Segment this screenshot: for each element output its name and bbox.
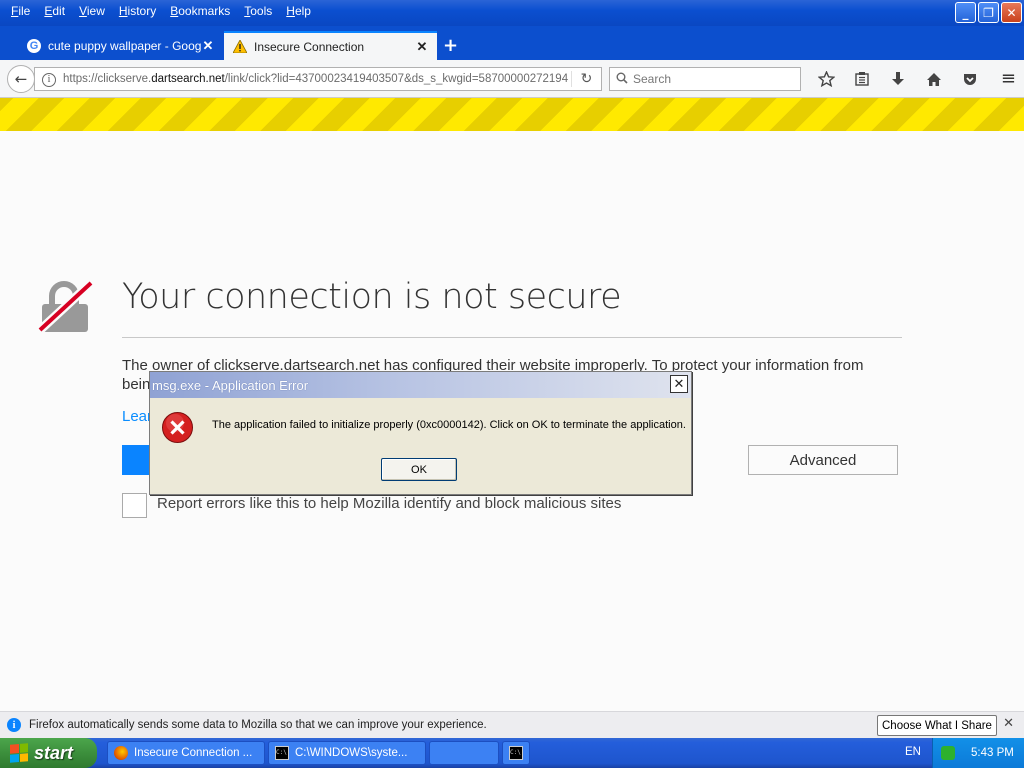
menu-history[interactable]: History xyxy=(112,3,163,19)
report-errors-checkbox[interactable] xyxy=(122,493,147,518)
choose-what-i-share-button[interactable]: Choose What I Share xyxy=(877,715,997,736)
window-titlebar: File Edit View History Bookmarks Tools H… xyxy=(0,0,1024,26)
hamburger-menu-icon[interactable]: ≡ xyxy=(1001,68,1016,89)
menu-tools-label: ools xyxy=(250,4,273,18)
system-tray: 5:43 PM xyxy=(932,738,1024,768)
back-button[interactable]: ← xyxy=(7,65,35,93)
menu-bookmarks-label: ookmarks xyxy=(178,4,231,18)
menu-view-label: iew xyxy=(86,4,105,18)
taskbar-item-blank[interactable] xyxy=(429,741,499,765)
windows-logo-icon xyxy=(10,743,28,763)
start-label: start xyxy=(34,742,74,763)
menu-tools[interactable]: Tools xyxy=(237,3,279,19)
page-title: Your connection is not secure xyxy=(122,277,622,317)
notification-text: Firefox automatically sends some data to… xyxy=(29,719,487,731)
search-icon xyxy=(616,72,628,87)
star-icon[interactable] xyxy=(808,68,844,90)
window-controls: _ ❐ ✕ xyxy=(955,2,1022,23)
taskbar-item-cmd[interactable]: C:\ C:\WINDOWS\syste... xyxy=(268,741,426,765)
language-indicator[interactable]: EN xyxy=(905,746,921,758)
menu-help-accel: H xyxy=(286,4,295,18)
search-input[interactable] xyxy=(633,72,793,86)
info-icon: i xyxy=(7,718,21,732)
report-errors-label: Report errors like this to help Mozilla … xyxy=(157,495,622,512)
url-scheme: https://clickserve. xyxy=(63,73,152,85)
dialog-close-button[interactable]: ✕ xyxy=(670,375,688,393)
menu-view-accel: V xyxy=(79,4,87,18)
menu-help[interactable]: Help xyxy=(279,3,318,19)
tab-title: Insecure Connection xyxy=(254,39,365,54)
google-icon: G xyxy=(26,38,42,54)
minimize-button[interactable]: _ xyxy=(955,2,976,23)
menu-file-label: ile xyxy=(18,4,31,18)
warning-stripe xyxy=(0,98,1024,131)
url-bar[interactable]: i https://clickserve.dartsearch.net/link… xyxy=(34,67,602,91)
tab-insecure-connection[interactable]: Insecure Connection ✕ xyxy=(224,31,437,60)
search-bar[interactable] xyxy=(609,67,801,91)
url-path: /link/click?lid=43700023419403507&ds_s_k… xyxy=(224,73,569,85)
cmd-icon: C:\ xyxy=(509,746,523,760)
menu-bookmarks[interactable]: Bookmarks xyxy=(163,3,237,19)
taskbar-item-label: Insecure Connection ... xyxy=(134,747,253,759)
home-icon[interactable] xyxy=(916,68,952,90)
dialog-title: msg.exe - Application Error xyxy=(152,377,309,393)
menu-edit[interactable]: Edit xyxy=(37,3,72,19)
taskbar-item-cmd-2[interactable]: C:\ xyxy=(502,741,530,765)
dialog-titlebar[interactable]: msg.exe - Application Error xyxy=(150,372,691,398)
toolbar-icons xyxy=(808,68,988,90)
restore-button[interactable]: ❐ xyxy=(978,2,999,23)
notification-close-icon[interactable]: ✕ xyxy=(1003,716,1014,731)
firefox-icon xyxy=(114,746,128,760)
navigation-bar: ← i https://clickserve.dartsearch.net/li… xyxy=(0,60,1024,98)
menu-history-accel: H xyxy=(118,4,128,18)
title-divider xyxy=(122,337,902,338)
network-icon[interactable] xyxy=(941,746,955,760)
download-icon[interactable] xyxy=(880,68,916,90)
url-host: dartsearch.net xyxy=(151,73,225,85)
site-info-icon[interactable]: i xyxy=(35,71,63,87)
broken-lock-icon xyxy=(34,278,96,338)
new-tab-button[interactable]: + xyxy=(443,35,458,56)
ok-button[interactable]: OK xyxy=(381,458,457,481)
clock[interactable]: 5:43 PM xyxy=(971,747,1014,759)
menu-view[interactable]: View xyxy=(72,3,112,19)
menu-history-label: istory xyxy=(127,4,157,18)
pocket-icon[interactable] xyxy=(952,68,988,90)
window-close-button[interactable]: ✕ xyxy=(1001,2,1022,23)
reload-icon[interactable]: ↻ xyxy=(571,71,601,87)
advanced-button[interactable]: Advanced xyxy=(748,445,898,475)
tab-strip: G cute puppy wallpaper - Googl... ✕ Inse… xyxy=(0,26,1024,60)
taskbar-item-label: C:\WINDOWS\syste... xyxy=(295,747,408,759)
cmd-icon: C:\ xyxy=(275,746,289,760)
reading-list-icon[interactable] xyxy=(844,68,880,90)
tab-title: cute puppy wallpaper - Googl... xyxy=(48,38,201,53)
tab-close-icon[interactable]: ✕ xyxy=(201,38,215,54)
error-icon xyxy=(161,411,194,444)
application-error-dialog: msg.exe - Application Error ✕ The applic… xyxy=(149,371,692,495)
tab-close-icon[interactable]: ✕ xyxy=(415,39,429,55)
menu-file[interactable]: File xyxy=(4,3,37,19)
menu-bar: File Edit View History Bookmarks Tools H… xyxy=(4,3,318,19)
start-button[interactable]: start xyxy=(0,738,97,768)
dialog-message: The application failed to initialize pro… xyxy=(212,419,686,431)
taskbar: start Insecure Connection ... C:\ C:\WIN… xyxy=(0,738,1024,768)
warning-icon xyxy=(232,39,248,55)
menu-edit-label: dit xyxy=(52,4,66,18)
tab-google-search[interactable]: G cute puppy wallpaper - Googl... ✕ xyxy=(18,31,223,60)
taskbar-item-firefox[interactable]: Insecure Connection ... xyxy=(107,741,265,765)
url-text[interactable]: https://clickserve.dartsearch.net/link/c… xyxy=(63,73,571,85)
menu-help-label: elp xyxy=(294,4,311,18)
notification-bar: i Firefox automatically sends some data … xyxy=(0,711,1024,738)
